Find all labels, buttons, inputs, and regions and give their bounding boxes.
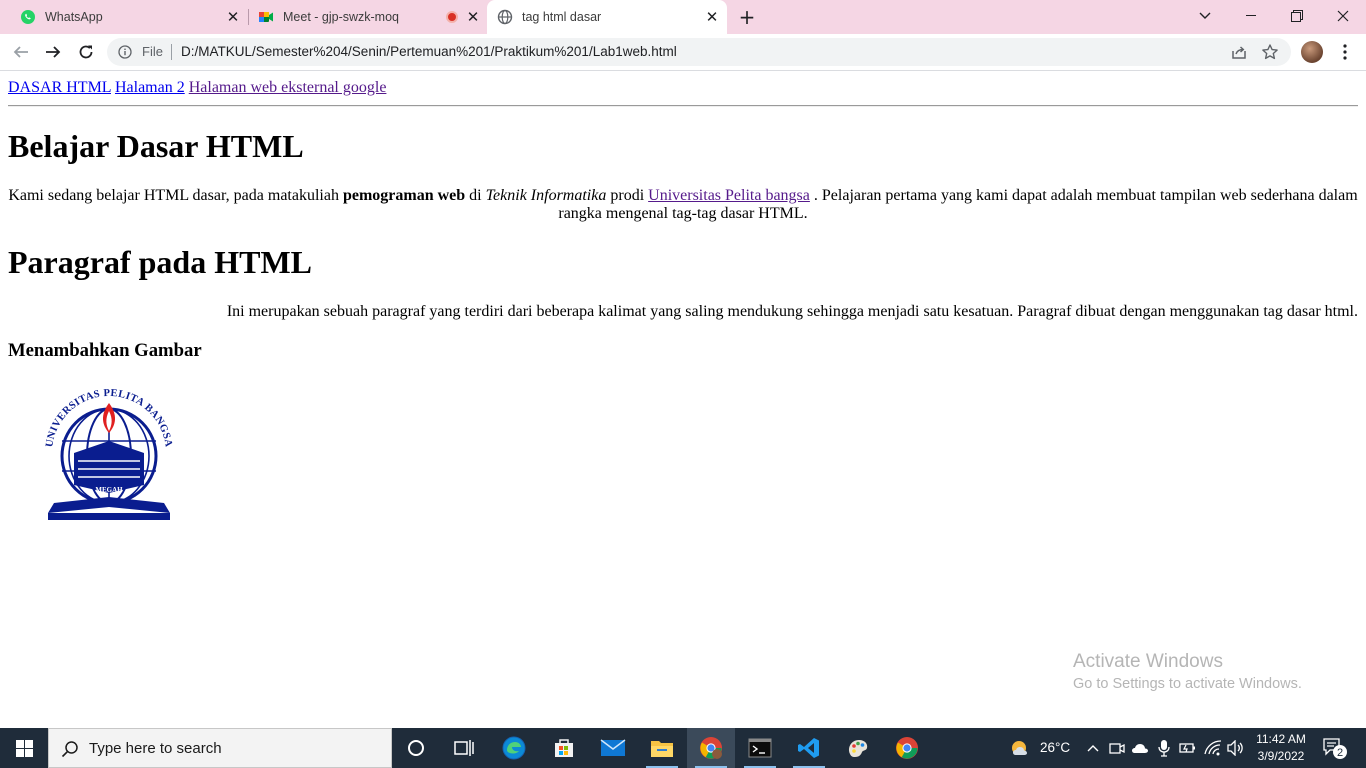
battery-icon[interactable] (1178, 738, 1198, 758)
profile-avatar[interactable] (1301, 41, 1323, 63)
watermark-title: Activate Windows (1073, 651, 1223, 672)
tab-meet[interactable]: Meet - gjp-swzk-moq ✕ (250, 0, 488, 34)
tab-whatsapp[interactable]: WhatsApp ✕ (12, 0, 248, 34)
taskbar-search[interactable]: Type here to search (48, 728, 392, 768)
web-page: DASAR HTML Halaman 2 Halaman web ekstern… (0, 71, 1366, 728)
reload-button[interactable] (72, 38, 100, 66)
tab-title: WhatsApp (45, 10, 103, 24)
minimize-icon[interactable] (1228, 0, 1274, 32)
info-icon (118, 45, 132, 59)
logo-motto: MEGAH (95, 486, 123, 494)
google-meet-icon (258, 9, 274, 25)
watermark-subtitle: Go to Settings to activate Windows. (1073, 676, 1302, 692)
new-tab-icon[interactable]: + (736, 5, 758, 29)
paint-icon[interactable] (834, 728, 882, 768)
star-icon[interactable] (1261, 43, 1279, 61)
link-universitas[interactable]: Universitas Pelita bangsa (648, 187, 810, 204)
whatsapp-icon (20, 9, 36, 25)
scheme-label: File (142, 44, 163, 59)
globe-icon (497, 9, 513, 25)
more-menu-icon[interactable] (1334, 40, 1356, 64)
vscode-icon[interactable] (785, 728, 833, 768)
search-icon (61, 741, 78, 758)
address-divider (171, 44, 172, 60)
chrome-icon[interactable] (883, 728, 931, 768)
url-text[interactable]: D:/MATKUL/Semester%204/Senin/Pertemuan%2… (181, 44, 677, 59)
intro-text-b: di (465, 187, 486, 204)
browser-toolbar: File D:/MATKUL/Semester%204/Senin/Pertem… (0, 34, 1366, 71)
heading-paragraf: Paragraf pada HTML (8, 244, 312, 280)
activate-windows-watermark: Activate Windows Go to Settings to activ… (1073, 651, 1302, 694)
heading-gambar: Menambahkan Gambar (8, 340, 202, 361)
cortana-icon[interactable] (392, 728, 440, 768)
edge-icon[interactable] (490, 728, 538, 768)
weather-icon[interactable] (1010, 738, 1030, 758)
microphone-icon[interactable] (1154, 738, 1174, 758)
arrow-right-icon (46, 46, 61, 58)
back-button[interactable] (7, 38, 35, 66)
tab-search-chevron-icon[interactable] (1182, 0, 1228, 32)
meet-now-icon[interactable] (1107, 738, 1127, 758)
notification-count: 2 (1337, 747, 1343, 759)
mail-icon[interactable] (589, 728, 637, 768)
wifi-icon[interactable] (1203, 738, 1223, 758)
link-halaman-2[interactable]: Halaman 2 (115, 79, 185, 96)
clock-date: 3/9/2022 (1257, 749, 1305, 763)
tab-separator (248, 9, 249, 25)
close-window-icon[interactable] (1320, 0, 1366, 32)
intro-text-c: prodi (606, 187, 649, 204)
tab-title: tag html dasar (522, 10, 602, 24)
intro-italic: Teknik Informatika (485, 187, 607, 204)
arrow-left-icon (13, 46, 28, 58)
heading-belajar: Belajar Dasar HTML (8, 128, 304, 164)
chrome-profile-icon[interactable] (687, 728, 735, 768)
close-icon[interactable]: ✕ (464, 8, 482, 26)
clock-time: 11:42 AM (1256, 732, 1306, 746)
windows-icon (15, 739, 33, 757)
page-nav: DASAR HTML Halaman 2 Halaman web ekstern… (8, 79, 386, 97)
paragraph-right: Ini merupakan sebuah paragraf yang terdi… (226, 303, 1358, 320)
paragraph-intro: Kami sedang belajar HTML dasar, pada mat… (8, 187, 1358, 223)
close-icon[interactable]: ✕ (224, 8, 242, 26)
volume-icon[interactable] (1226, 738, 1246, 758)
intro-bold: pemograman web (342, 187, 466, 204)
link-dasar-html[interactable]: DASAR HTML (8, 79, 111, 96)
intro-text-a: Kami sedang belajar HTML dasar, pada mat… (8, 187, 343, 204)
tab-title: Meet - gjp-swzk-moq (283, 10, 399, 24)
tab-strip: WhatsApp ✕ Meet - gjp-swzk-moq ✕ tag htm… (0, 0, 1366, 34)
weather-temp[interactable]: 26°C (1040, 740, 1070, 755)
task-view-icon[interactable] (440, 728, 488, 768)
notifications-icon[interactable]: 2 (1322, 736, 1348, 760)
link-google[interactable]: Halaman web eksternal google (189, 79, 387, 96)
start-button[interactable] (0, 728, 48, 768)
reload-icon (79, 45, 93, 59)
tab-active[interactable]: tag html dasar ✕ (487, 0, 727, 34)
share-icon[interactable] (1230, 43, 1248, 61)
file-explorer-icon[interactable] (638, 728, 686, 768)
search-placeholder: Type here to search (89, 740, 222, 757)
horizontal-rule (8, 105, 1358, 107)
close-icon[interactable]: ✕ (703, 8, 721, 26)
university-logo: UNIVERSITAS PELITA BANGSA MEGAH (44, 388, 173, 520)
address-bar[interactable]: File D:/MATKUL/Semester%204/Senin/Pertem… (107, 38, 1291, 66)
recording-icon (446, 11, 458, 23)
clock[interactable]: 11:42 AM 3/9/2022 (1252, 731, 1310, 765)
forward-button[interactable] (39, 38, 67, 66)
store-icon[interactable] (540, 728, 588, 768)
onedrive-icon[interactable] (1130, 738, 1150, 758)
chevron-up-icon[interactable] (1083, 738, 1103, 758)
taskbar: Type here to search 26°C 11:42 AM 3/9/20… (0, 728, 1366, 768)
terminal-icon[interactable] (736, 728, 784, 768)
restore-icon[interactable] (1274, 0, 1320, 32)
